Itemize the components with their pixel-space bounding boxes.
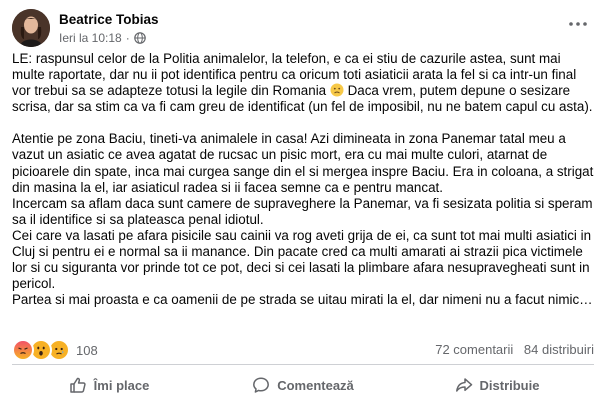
avatar[interactable] xyxy=(12,9,50,47)
comment-label: Comentează xyxy=(277,377,354,393)
comment-button[interactable]: Comentează xyxy=(206,370,400,400)
frowning-face-emoji xyxy=(330,83,344,97)
angry-react-icon xyxy=(12,339,34,361)
like-thumb-icon xyxy=(69,377,86,393)
post-paragraph: Incercam sa aflam daca sunt camere de su… xyxy=(12,195,593,227)
share-button[interactable]: Distribuie xyxy=(400,370,594,400)
comment-count[interactable]: 72 comentarii xyxy=(435,342,513,357)
like-button[interactable]: Îmi place xyxy=(12,370,206,400)
post-timestamp[interactable]: Ieri la 10:18 xyxy=(59,31,122,45)
post-paragraph: Cei care va lasati pe afara pisicile sau… xyxy=(12,227,592,292)
engagement-stats: 72 comentarii 84 distribuiri xyxy=(435,342,594,357)
meta-separator: · xyxy=(125,31,130,45)
post-paragraph: Partea si mai proasta e ca oamenii de pe… xyxy=(12,292,593,308)
comment-bubble-icon xyxy=(253,377,270,393)
post-card: Beatrice Tobias Ieri la 10:18 · LE: rasp… xyxy=(0,0,606,405)
reaction-count: 108 xyxy=(76,342,98,358)
like-label: Îmi place xyxy=(93,377,150,393)
post-header: Beatrice Tobias Ieri la 10:18 · xyxy=(12,8,594,48)
share-count[interactable]: 84 distribuiri xyxy=(524,342,594,357)
post-meta: Ieri la 10:18 · xyxy=(59,31,146,45)
author-name[interactable]: Beatrice Tobias xyxy=(59,12,159,27)
globe-icon[interactable] xyxy=(133,32,146,44)
post-paragraph-update: LE: raspunsul celor de la Politia animal… xyxy=(12,51,594,115)
more-options-icon[interactable] xyxy=(566,14,590,34)
share-label: Distribuie xyxy=(479,377,540,393)
divider xyxy=(12,364,594,365)
post-text: LE: raspunsul celor de la Politia animal… xyxy=(12,51,594,308)
post-paragraph: Atentie pe zona Baciu, tineti-va animale… xyxy=(12,131,594,195)
share-arrow-icon xyxy=(455,378,472,392)
post-actions: Îmi place Comentează Distribuie xyxy=(12,370,594,400)
reactions-summary[interactable]: 108 xyxy=(12,339,98,361)
